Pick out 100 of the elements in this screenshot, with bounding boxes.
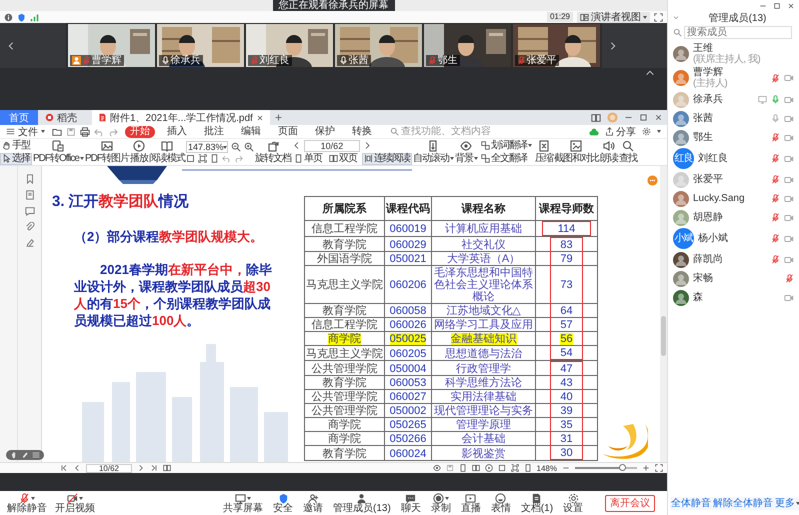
toolbar-button[interactable]: 自动滚动	[412, 140, 454, 164]
menu-tab[interactable]: 编辑	[236, 126, 266, 138]
fit-width-icon[interactable]	[198, 154, 207, 163]
meeting-control[interactable]: 安全	[270, 492, 296, 514]
tool-button[interactable]: 手型	[0, 140, 32, 152]
attachment-icon[interactable]	[24, 222, 34, 232]
camera-icon[interactable]	[784, 292, 794, 302]
actual-size-icon[interactable]	[524, 464, 532, 472]
toolbar-button[interactable]: 播放	[130, 140, 148, 164]
sidebar-icon[interactable]	[163, 464, 171, 472]
menu-tab[interactable]: 插入	[162, 126, 192, 138]
meeting-control[interactable]: 直播	[458, 492, 484, 514]
camera-icon[interactable]	[784, 234, 794, 244]
camera-icon[interactable]	[784, 212, 794, 222]
zoom-in-icon[interactable]	[642, 464, 650, 472]
muted-mic-icon[interactable]	[771, 175, 780, 184]
toolbar-button[interactable]: 背景	[454, 140, 478, 164]
meeting-control[interactable]: 聊天	[398, 492, 424, 514]
leave-button[interactable]: 离开会议	[605, 494, 655, 512]
tab[interactable]: 附件1、2021年...学工作情况.pdf	[92, 110, 270, 125]
page-field[interactable]: 10/62	[86, 464, 132, 472]
camera-icon[interactable]	[784, 114, 794, 124]
tool-button[interactable]: 选择	[0, 152, 32, 164]
prev-page-icon[interactable]	[73, 464, 81, 472]
camera-icon[interactable]	[784, 154, 794, 164]
prev-page-icon[interactable]	[292, 141, 301, 150]
folder-icon[interactable]	[52, 126, 62, 136]
next-page-icon[interactable]	[137, 464, 145, 472]
mic-icon[interactable]	[771, 114, 780, 123]
menu-tab[interactable]: 保护	[310, 126, 340, 138]
view-mode-button[interactable]: 连续阅读	[362, 152, 412, 164]
file-menu[interactable]: 文件	[6, 124, 45, 138]
panel-button[interactable]: 解除全体静音	[712, 496, 774, 510]
view-button[interactable]: 演讲者视图	[577, 12, 650, 22]
view-mode-button[interactable]: 单页	[292, 152, 324, 164]
cloud-icon[interactable]	[589, 126, 599, 136]
muted-mic-icon[interactable]	[771, 255, 780, 264]
save-icon[interactable]	[66, 126, 76, 136]
close-icon[interactable]	[654, 113, 663, 122]
next-page-icon[interactable]	[362, 141, 372, 150]
muted-mic-icon[interactable]	[771, 234, 780, 243]
meeting-control[interactable]: 邀请	[300, 492, 326, 514]
camera-icon[interactable]	[784, 132, 794, 142]
signature-icon[interactable]	[24, 238, 34, 248]
panel-button[interactable]: 全体静音	[670, 496, 712, 510]
menu-tab[interactable]: 批注	[199, 126, 229, 138]
thumbnail-icon[interactable]	[24, 190, 34, 200]
menu-tab[interactable]: 开始	[125, 126, 155, 138]
muted-mic-icon[interactable]	[771, 194, 780, 203]
toolbar-button[interactable]: PDF转图片	[84, 140, 129, 164]
close-icon[interactable]	[256, 114, 264, 122]
meeting-control[interactable]: 表情	[488, 492, 514, 514]
camera-icon[interactable]	[784, 73, 794, 83]
settings-icon[interactable]	[642, 127, 651, 136]
muted-mic-icon[interactable]	[771, 74, 780, 82]
redo-icon[interactable]	[108, 126, 118, 136]
floating-toolbar[interactable]	[6, 450, 44, 460]
menu-tab[interactable]: 页面	[273, 126, 303, 138]
comment-icon[interactable]	[24, 206, 34, 216]
play-icon[interactable]	[484, 464, 493, 472]
search-field[interactable]: 搜索成员	[684, 26, 792, 39]
fit-page-icon[interactable]	[186, 154, 195, 163]
menu-tab[interactable]: 转换	[347, 126, 377, 138]
zoom-out-icon[interactable]	[230, 142, 241, 152]
slider-thumb[interactable]	[618, 464, 626, 471]
toolbar-button[interactable]: 截图和对比	[554, 140, 599, 164]
single-page-icon[interactable]	[458, 464, 467, 472]
camera-icon[interactable]	[784, 174, 794, 184]
maximize-icon[interactable]	[639, 113, 648, 122]
share-button[interactable]: 分享	[605, 124, 636, 138]
actual-size-icon[interactable]	[210, 154, 219, 163]
camera-icon[interactable]	[784, 194, 794, 204]
view-mode-button[interactable]: 双页	[326, 152, 359, 164]
camera-icon[interactable]	[784, 94, 794, 104]
zoom-field[interactable]: 147.83%	[186, 141, 228, 153]
tab[interactable]: 首页	[0, 110, 38, 125]
camera-icon[interactable]	[784, 254, 794, 264]
page-field[interactable]: 10/62	[304, 140, 360, 152]
eye-icon[interactable]	[432, 464, 441, 472]
meeting-control[interactable]: 设置	[560, 492, 586, 514]
print-icon[interactable]	[80, 126, 90, 136]
last-page-icon[interactable]	[150, 464, 158, 472]
fit-page-icon[interactable]	[498, 464, 506, 472]
muted-mic-icon[interactable]	[771, 133, 780, 142]
maximize-icon[interactable]	[773, 2, 781, 10]
fit-width-icon[interactable]	[510, 464, 519, 472]
save-icon[interactable]	[446, 464, 454, 472]
window-icon[interactable]	[591, 112, 601, 122]
undo-icon[interactable]	[94, 126, 104, 136]
meeting-control[interactable]: 文档(1)	[518, 492, 556, 514]
scrollbar-thumb[interactable]	[661, 316, 666, 356]
toolbar-button[interactable]: 旋转文档	[254, 140, 291, 164]
toolbar-button[interactable]: 划词翻译	[478, 140, 534, 152]
muted-mic-icon[interactable]	[771, 154, 780, 163]
bookmark-icon[interactable]	[24, 174, 34, 184]
toolbar-button[interactable]: 查找	[618, 140, 637, 164]
meeting-control[interactable]: 解除静音	[4, 492, 50, 514]
close-icon[interactable]	[787, 2, 795, 10]
toolbar-button[interactable]: PDF转Office	[33, 140, 84, 164]
meeting-control[interactable]: 共享屏幕	[220, 492, 266, 514]
